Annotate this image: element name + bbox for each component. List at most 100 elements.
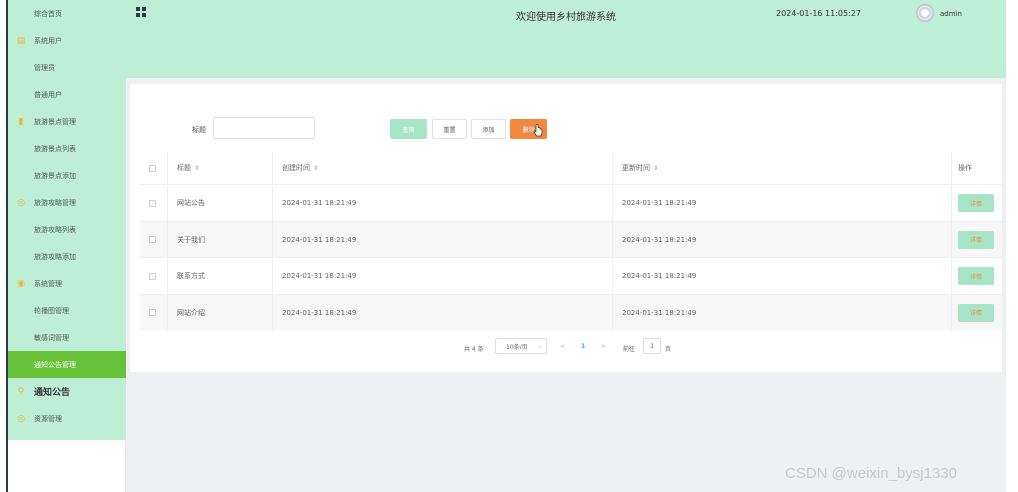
sort-icon[interactable]: ⇕ — [653, 165, 658, 172]
col-title-label: 标题 — [177, 164, 191, 172]
sidebar-item[interactable]: 轮播图管理 — [6, 297, 126, 324]
user-doc-icon: ▤ — [16, 35, 26, 46]
sidebar-item[interactable]: 敏感词管理 — [6, 324, 126, 351]
sidebar-item-label: 综合首页 — [34, 9, 62, 18]
header-username[interactable]: admin — [940, 10, 962, 18]
sidebar-item-label: 旅游景点列表 — [34, 144, 76, 153]
header-datetime: 2024-01-16 11:05:27 — [776, 9, 861, 18]
row-select-cell — [140, 294, 168, 331]
cell-ops: 详情 — [952, 185, 1002, 221]
title-search-input[interactable] — [213, 117, 315, 139]
sidebar-item-label: 旅游攻略添加 — [34, 252, 76, 261]
cell-created: 2024-01-31 18:21:49 — [273, 221, 613, 258]
detail-button[interactable]: 详情 — [958, 303, 994, 322]
cell-ops: 详情 — [952, 222, 1002, 258]
sidebar-item[interactable]: ▤ 系统用户 — [6, 27, 126, 54]
sidebar-item[interactable]: 通知公告管理 — [6, 351, 126, 378]
page-size-select[interactable]: 10条/页 ⌵ — [495, 338, 547, 354]
sidebar-item[interactable]: ◉ 系统管理 — [6, 270, 126, 297]
cell-title: 网站介绍 — [168, 294, 273, 331]
col-ops: 操作 — [952, 152, 1002, 184]
comment-icon: ◎ — [17, 413, 25, 424]
sidebar-item[interactable]: ◎ 旅游攻略管理 — [6, 189, 126, 216]
cell-title: 联系方式 — [168, 258, 273, 294]
system-title: 欢迎使用乡村旅游系统 — [516, 12, 616, 23]
top-header: 欢迎使用乡村旅游系统 2024-01-16 11:05:27 admin — [126, 0, 1006, 78]
sidebar-item[interactable]: 旅游攻略添加 — [6, 243, 126, 270]
table-header-row: 标题 ⇕ 创建时间 ⇕ 更新时间 ⇕ 操作 — [140, 152, 1002, 184]
row-checkbox[interactable] — [149, 272, 156, 280]
sidebar: 综合首页 ▤ 系统用户管理员普通用户 ▮ 旅游景点管理 旅游景点列表 旅游景点添加 ◎ 旅游攻略… — [6, 0, 126, 440]
sidebar-item-label: 敏感词管理 — [34, 333, 69, 342]
page-size-value: 10条/页 — [506, 343, 528, 351]
avatar[interactable] — [916, 4, 934, 22]
sidebar-footer — [6, 440, 126, 492]
row-checkbox[interactable] — [149, 199, 156, 207]
sidebar-item[interactable]: 旅游攻略列表 — [6, 216, 126, 243]
sidebar-item-label: 轮播图管理 — [34, 306, 69, 315]
sidebar-item[interactable]: 普通用户 — [6, 81, 126, 108]
sidebar-item[interactable]: 综合首页 — [6, 0, 126, 27]
sidebar-item[interactable]: 旅游景点列表 — [6, 135, 126, 162]
sidebar-item[interactable]: 管理员 — [6, 54, 126, 81]
sidebar-item[interactable]: ⚲ 通知公告 — [6, 378, 126, 405]
goto-label: 前往 — [623, 346, 636, 353]
bar-chart-icon: ▮ — [18, 116, 24, 127]
sidebar-item-label: 资源管理 — [34, 414, 62, 423]
sidebar-item-label: 旅游攻略列表 — [34, 225, 76, 234]
detail-button[interactable]: 详情 — [958, 194, 994, 212]
select-all-checkbox[interactable] — [149, 164, 156, 172]
main-content: 标题 查询 重置 添加 删除 标题 ⇕ 创建时间 ⇕ 更新时间 ⇕ 操作 网站公告 20… — [126, 78, 1006, 492]
search-label: 标题 — [192, 126, 206, 134]
goto-page-input[interactable]: 1 — [643, 338, 661, 354]
add-button[interactable]: 添加 — [471, 119, 506, 139]
row-select-cell — [140, 221, 168, 258]
watermark: CSDN @weixin_bysj1330 — [785, 465, 957, 482]
sidebar-item-label: 管理员 — [34, 63, 55, 72]
cell-updated: 2024-01-31 18:21:49 — [613, 221, 952, 258]
cell-updated: 2024-01-31 18:21:49 — [613, 294, 952, 331]
col-title[interactable]: 标题 ⇕ — [168, 152, 273, 184]
cell-ops: 详情 — [952, 258, 1002, 294]
menu-grid-icon[interactable] — [136, 7, 146, 17]
sidebar-item-label: 旅游景点添加 — [34, 171, 76, 180]
goto-page-value: 1 — [650, 342, 654, 350]
pager-total: 共 4 条 — [464, 346, 484, 353]
sort-icon[interactable]: ⇕ — [194, 165, 199, 172]
row-checkbox[interactable] — [149, 236, 156, 243]
row-select-cell — [140, 185, 168, 221]
chevron-down-icon: ⌵ — [537, 343, 542, 350]
page-unit-label: 页 — [665, 346, 672, 353]
next-page-button[interactable]: > — [601, 343, 606, 350]
prev-page-button[interactable]: < — [560, 343, 565, 350]
sidebar-item[interactable]: 旅游景点添加 — [6, 162, 126, 189]
comment-icon: ◎ — [17, 197, 25, 208]
table-row: 网站公告 2024-01-31 18:21:49 2024-01-31 18:21:… — [140, 184, 1002, 221]
col-updated-label: 更新时间 — [622, 164, 650, 172]
row-checkbox[interactable] — [149, 309, 156, 316]
pagination: 共 4 条 10条/页 ⌵ < 1 > 前往 1 页 — [130, 338, 1002, 358]
sidebar-item-label: 旅游景点管理 — [34, 117, 76, 126]
col-updated[interactable]: 更新时间 ⇕ — [613, 152, 952, 184]
notice-panel: 标题 查询 重置 添加 删除 标题 ⇕ 创建时间 ⇕ 更新时间 ⇕ 操作 网站公告 20… — [130, 84, 1002, 372]
sidebar-item-label: 旅游攻略管理 — [34, 198, 76, 207]
sidebar-item-label: 通知公告管理 — [34, 360, 76, 369]
location-pin-icon: ⚲ — [17, 386, 25, 397]
current-page[interactable]: 1 — [581, 343, 585, 350]
col-ops-label: 操作 — [958, 164, 972, 172]
query-button[interactable]: 查询 — [390, 119, 427, 139]
sidebar-item[interactable]: ▮ 旅游景点管理 — [6, 108, 126, 135]
sidebar-item-label: 通知公告 — [34, 388, 71, 398]
sort-icon[interactable]: ⇕ — [313, 165, 318, 172]
sidebar-item-label: 系统用户 — [34, 36, 62, 45]
cell-created: 2024-01-31 18:21:49 — [273, 258, 613, 294]
window-edge — [6, 0, 8, 492]
sidebar-item-label: 普通用户 — [34, 90, 62, 99]
cell-created: 2024-01-31 18:21:49 — [273, 185, 613, 221]
table-row: 联系方式 2024-01-31 18:21:49 2024-01-31 18:21:… — [140, 257, 1002, 294]
col-created[interactable]: 创建时间 ⇕ — [273, 152, 613, 184]
reset-button[interactable]: 重置 — [432, 119, 467, 139]
sidebar-item[interactable]: ◎ 资源管理 — [6, 405, 126, 432]
detail-button[interactable]: 详情 — [958, 267, 994, 285]
detail-button[interactable]: 详情 — [958, 230, 994, 249]
